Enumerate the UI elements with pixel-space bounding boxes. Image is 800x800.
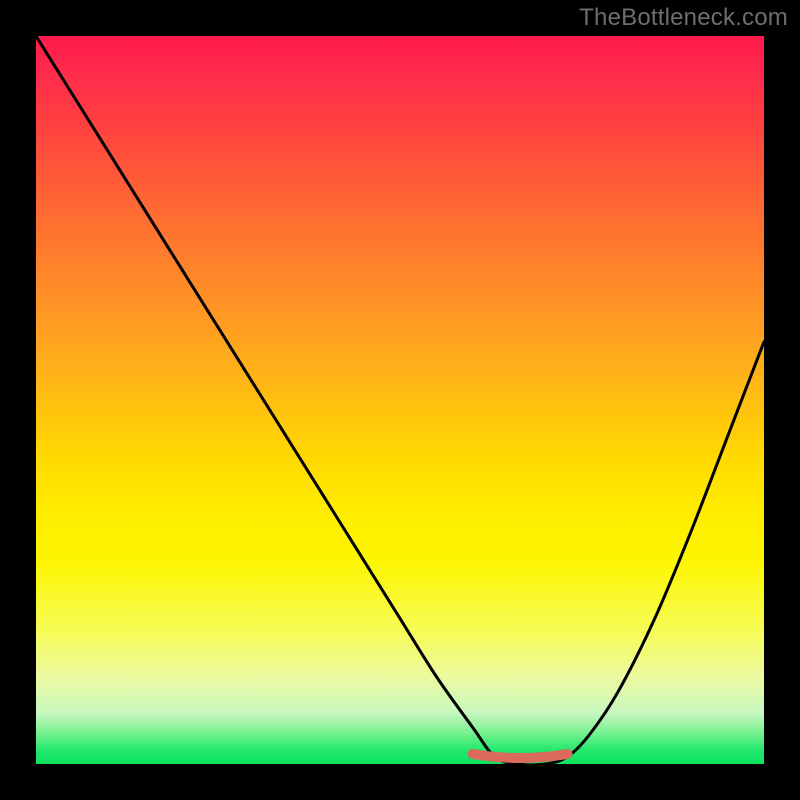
compatibility-range-marker xyxy=(473,754,568,758)
plot-area xyxy=(36,36,764,764)
bottleneck-curve-svg xyxy=(36,36,764,764)
chart-frame: TheBottleneck.com xyxy=(0,0,800,800)
bottleneck-curve xyxy=(36,36,764,764)
watermark-text: TheBottleneck.com xyxy=(579,4,788,32)
